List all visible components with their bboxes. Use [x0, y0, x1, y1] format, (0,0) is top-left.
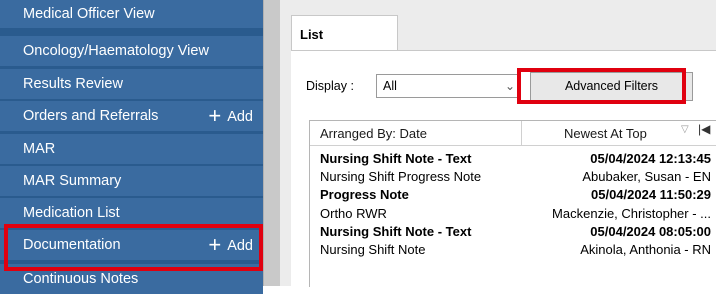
sidebar-item-mar-summary[interactable]: MAR Summary [0, 166, 263, 196]
header-divider [521, 121, 522, 145]
sort-order-header[interactable]: Newest At Top [564, 126, 647, 141]
panel-collapse-icon[interactable]: |◀ [698, 122, 710, 136]
list-item[interactable]: Nursing Shift Note Akinola, Anthonia - RN [310, 241, 716, 258]
list-item-detail: Mackenzie, Christopher - ... [552, 205, 711, 221]
plus-icon: + [208, 232, 222, 257]
sidebar-item-label: Medication List [23, 205, 120, 221]
sidebar-item-label: MAR Summary [23, 173, 122, 189]
sidebar-item-label: MAR [23, 141, 56, 157]
list-item-title: Nursing Shift Note - Text [320, 151, 472, 166]
list-item-detail: 05/04/2024 11:50:29 [591, 187, 711, 203]
chevron-down-icon: ⌄ [504, 79, 515, 93]
list-content: Display : All ⌄ Advanced Filters Arrange… [291, 50, 716, 287]
display-select-value: All [383, 79, 397, 93]
list-item-title: Nursing Shift Progress Note [320, 169, 482, 185]
tab-label: List [300, 27, 324, 42]
documentation-add-button[interactable]: + Add [208, 230, 253, 260]
list-item-title: Ortho RWR [320, 205, 387, 221]
sidebar-item-continuous-notes[interactable]: Continuous Notes [0, 264, 263, 294]
tab-list[interactable]: List [291, 15, 398, 50]
advanced-filters-button[interactable]: Advanced Filters [530, 72, 693, 101]
pane-splitter[interactable] [263, 0, 280, 286]
list-item[interactable]: Progress Note 05/04/2024 11:50:29 [310, 186, 716, 203]
display-label: Display : [306, 79, 354, 93]
sort-triangle-icon: ▽ [681, 124, 689, 135]
list-item-title: Nursing Shift Note - Text [320, 223, 472, 239]
list-item-detail: 05/04/2024 08:05:00 [590, 223, 711, 239]
list-item[interactable]: Ortho RWR Mackenzie, Christopher - ... [310, 205, 716, 222]
arranged-by-header[interactable]: Arranged By: Date [320, 126, 427, 141]
list-item[interactable]: Nursing Shift Progress Note Abubaker, Sus… [310, 168, 716, 185]
navigation-sidebar: Medical Officer View Oncology/Haematolog… [0, 0, 263, 294]
orders-add-button[interactable]: + Add [208, 101, 253, 131]
plus-icon: + [208, 103, 222, 128]
sidebar-item-results-review[interactable]: Results Review [0, 69, 263, 99]
sidebar-item-label: Oncology/Haematology View [23, 43, 209, 59]
display-select[interactable]: All ⌄ [376, 74, 520, 98]
documentation-pane: List Display : All ⌄ Advanced Filters Ar… [280, 0, 716, 287]
sidebar-item-medication-list[interactable]: Medication List [0, 198, 263, 228]
sidebar-item-label: Continuous Notes [23, 271, 139, 287]
sidebar-item-documentation[interactable]: Documentation + Add [0, 230, 263, 260]
sidebar-item-label: Results Review [23, 76, 123, 92]
advanced-filters-label: Advanced Filters [564, 79, 659, 93]
list-item[interactable]: Nursing Shift Note - Text 05/04/2024 08:0… [310, 223, 716, 240]
list-item-title: Progress Note [320, 187, 409, 203]
list-item[interactable]: Nursing Shift Note - Text 05/04/2024 12:1… [310, 150, 716, 167]
document-list: Arranged By: Date Newest At Top ▽ Nursin… [309, 120, 716, 287]
list-item-title: Nursing Shift Note [320, 242, 426, 257]
sidebar-item-oncology-haematology-view[interactable]: Oncology/Haematology View [0, 36, 263, 66]
list-item-detail: 05/04/2024 12:13:45 [590, 151, 711, 166]
list-item-detail: Abubaker, Susan - EN [582, 169, 711, 185]
list-item-detail: Akinola, Anthonia - RN [580, 242, 711, 257]
sidebar-item-label: Documentation [23, 237, 121, 253]
sidebar-item-label: Medical Officer View [23, 6, 155, 22]
sidebar-item-medical-officer-view[interactable]: Medical Officer View [0, 0, 263, 28]
sidebar-item-label: Orders and Referrals [23, 108, 159, 124]
list-header: Arranged By: Date Newest At Top ▽ [310, 121, 716, 146]
sidebar-item-orders-and-referrals[interactable]: Orders and Referrals + Add [0, 101, 263, 131]
sidebar-item-mar[interactable]: MAR [0, 134, 263, 164]
